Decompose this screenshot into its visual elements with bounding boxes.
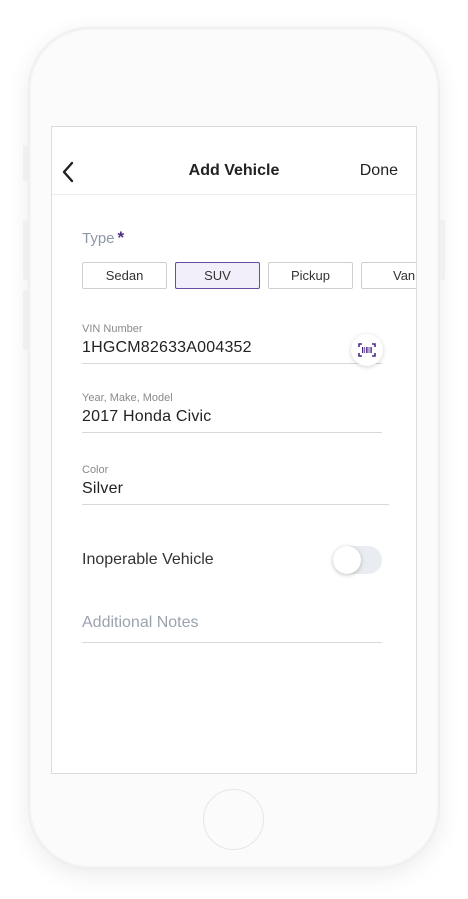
inoperable-label: Inoperable Vehicle bbox=[82, 551, 214, 568]
vin-label: VIN Number bbox=[82, 323, 143, 335]
required-mark: * bbox=[117, 228, 125, 247]
side-button-volume-up bbox=[23, 220, 28, 280]
inoperable-row: Inoperable Vehicle bbox=[82, 545, 382, 575]
inoperable-toggle[interactable] bbox=[333, 546, 382, 574]
type-option-sedan[interactable]: Sedan bbox=[82, 262, 167, 289]
nav-bar: Add Vehicle Done bbox=[52, 127, 416, 195]
color-field[interactable]: Color Silver bbox=[82, 464, 389, 505]
year-make-model-field[interactable]: Year, Make, Model 2017 Honda Civic bbox=[82, 392, 382, 433]
color-label: Color bbox=[82, 464, 109, 476]
color-input[interactable]: Silver bbox=[82, 480, 389, 498]
type-option-pickup[interactable]: Pickup bbox=[268, 262, 353, 289]
side-button-volume-down bbox=[23, 290, 28, 350]
year-make-model-label: Year, Make, Model bbox=[82, 392, 173, 404]
type-label-text: Type bbox=[82, 230, 115, 247]
type-label: Type * bbox=[82, 228, 124, 248]
notes-placeholder[interactable]: Additional Notes bbox=[82, 614, 382, 632]
side-button-power bbox=[440, 220, 445, 280]
barcode-scan-icon bbox=[358, 343, 376, 357]
done-button[interactable]: Done bbox=[360, 162, 398, 180]
vin-field[interactable]: VIN Number 1HGCM82633A004352 bbox=[82, 323, 382, 364]
year-make-model-input[interactable]: 2017 Honda Civic bbox=[82, 408, 382, 426]
toggle-knob bbox=[333, 546, 361, 574]
year-make-model-underline bbox=[82, 432, 382, 433]
vin-input[interactable]: 1HGCM82633A004352 bbox=[82, 339, 382, 357]
type-option-van[interactable]: Van bbox=[361, 262, 416, 289]
type-option-suv[interactable]: SUV bbox=[175, 262, 260, 289]
app-screen: Add Vehicle Done Type * Sedan SUV Pickup … bbox=[51, 126, 417, 774]
color-underline bbox=[82, 504, 389, 505]
notes-underline bbox=[82, 642, 382, 643]
side-button-top bbox=[23, 145, 28, 181]
home-button[interactable] bbox=[203, 789, 264, 850]
vin-underline bbox=[82, 363, 382, 364]
type-option-van-label: Van bbox=[393, 268, 416, 283]
scan-vin-button[interactable] bbox=[351, 334, 383, 366]
notes-field[interactable]: Additional Notes bbox=[82, 614, 382, 643]
